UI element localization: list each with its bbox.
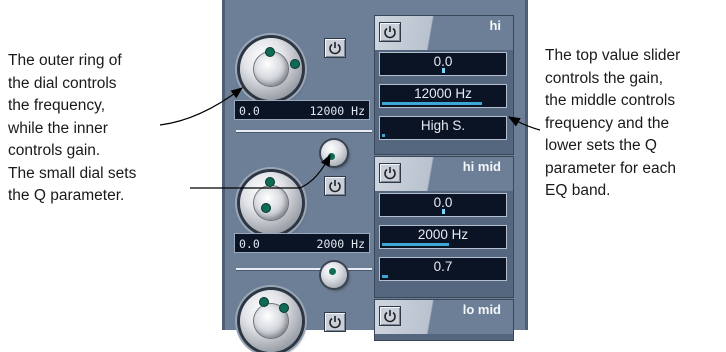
band-name: hi xyxy=(489,18,501,33)
annotation-line: The outer ring of xyxy=(8,52,122,69)
knob-readout: 0.0 12000 Hz xyxy=(234,100,370,120)
annotation-line: EQ band. xyxy=(545,182,611,199)
gain-value: 0.0 xyxy=(433,195,453,210)
power-icon xyxy=(329,316,341,329)
band-name: lo mid xyxy=(462,302,501,317)
knob-indicator-dot xyxy=(329,268,336,275)
annotation-line: parameter for each xyxy=(545,159,676,177)
band-enable-button[interactable] xyxy=(324,38,346,58)
gain-slider[interactable]: 0.0 xyxy=(379,52,507,76)
section-divider xyxy=(236,268,372,270)
slider-fill xyxy=(382,102,483,105)
knob-indicator-dot xyxy=(266,178,274,186)
inner-gain-ring[interactable] xyxy=(253,51,289,87)
annotation-line: The small dial sets xyxy=(8,164,137,182)
q-knob-hi-mid[interactable] xyxy=(321,262,347,288)
slider-fill xyxy=(382,275,389,278)
q-knob-hi[interactable] xyxy=(321,140,347,166)
eq-band-lo-mid: lo mid xyxy=(374,299,514,341)
knob-indicator-dot xyxy=(280,304,288,312)
annotation-line: the dial controls xyxy=(8,74,117,92)
power-icon xyxy=(384,26,396,39)
eq-knob-hi-mid[interactable] xyxy=(240,172,302,234)
band-header: hi xyxy=(375,16,513,50)
knob-indicator-dot xyxy=(291,60,299,68)
band-header: lo mid xyxy=(375,300,513,334)
power-icon xyxy=(329,42,341,55)
annotation-line: lower sets the Q xyxy=(545,137,657,154)
annotation-line: The top value slider xyxy=(545,47,681,64)
eq-knob-lo-mid[interactable] xyxy=(240,290,302,352)
eq-band-hi-mid: hi mid 0.0 2000 Hz 0.7 xyxy=(374,156,514,298)
power-icon xyxy=(384,167,396,180)
band-enable-button[interactable] xyxy=(324,312,346,332)
inner-gain-ring[interactable] xyxy=(253,185,289,221)
section-divider xyxy=(236,130,372,132)
annotation-line: while the inner xyxy=(8,119,108,137)
left-annotation: The outer ring of the dial controls the … xyxy=(8,50,136,208)
q-slider[interactable]: 0.7 xyxy=(379,257,507,281)
annotation-line: the middle controls xyxy=(545,92,676,109)
annotation-line: frequency and the xyxy=(545,114,670,132)
gain-value: 0.0 xyxy=(433,54,453,69)
q-slider[interactable]: High S. xyxy=(379,116,507,140)
power-icon xyxy=(329,180,341,193)
eq-band-hi: hi 0.0 12000 Hz High S. xyxy=(374,15,514,155)
knob-indicator-dot xyxy=(262,204,270,212)
knob-readout: 0.0 2000 Hz xyxy=(234,233,370,253)
q-value: 0.7 xyxy=(433,259,453,274)
band-name: hi mid xyxy=(462,159,501,174)
band-enable-button[interactable] xyxy=(379,306,401,326)
knob-indicator-dot xyxy=(260,298,268,306)
band-enable-button[interactable] xyxy=(379,22,401,42)
band-enable-button[interactable] xyxy=(379,163,401,183)
readout-frequency: 2000 Hz xyxy=(316,237,365,251)
frequency-value: 2000 Hz xyxy=(417,227,469,242)
knob-indicator-dot xyxy=(328,153,335,160)
eq-knob-hi[interactable] xyxy=(240,38,302,100)
slider-fill xyxy=(442,209,445,214)
frequency-slider[interactable]: 2000 Hz xyxy=(379,225,507,249)
readout-gain: 0.0 xyxy=(239,104,260,118)
band-header: hi mid xyxy=(375,157,513,191)
knob-indicator-dot xyxy=(266,48,274,56)
slider-fill xyxy=(442,68,445,73)
band-enable-button[interactable] xyxy=(324,176,346,196)
q-value: High S. xyxy=(420,118,466,133)
annotation-line: controls the gain, xyxy=(545,69,664,87)
annotation-line: controls gain. xyxy=(8,142,101,159)
slider-fill xyxy=(382,134,385,137)
annotation-line: the frequency, xyxy=(8,97,106,114)
readout-gain: 0.0 xyxy=(239,237,260,251)
power-icon xyxy=(384,310,396,323)
frequency-slider[interactable]: 12000 Hz xyxy=(379,84,507,108)
frequency-value: 12000 Hz xyxy=(414,86,472,101)
readout-frequency: 12000 Hz xyxy=(309,104,365,118)
gain-slider[interactable]: 0.0 xyxy=(379,193,507,217)
annotation-line: the Q parameter. xyxy=(8,187,125,204)
slider-fill xyxy=(382,243,450,246)
right-annotation: The top value slider controls the gain, … xyxy=(545,45,680,203)
